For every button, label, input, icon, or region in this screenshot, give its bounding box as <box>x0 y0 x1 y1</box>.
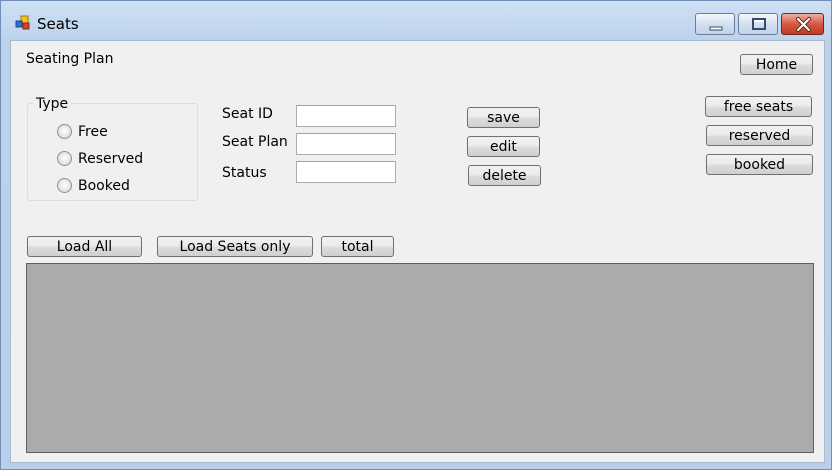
home-button[interactable]: Home <box>740 54 813 75</box>
edit-button[interactable]: edit <box>467 136 540 157</box>
page-title: Seating Plan <box>26 51 114 67</box>
radio-booked[interactable] <box>57 178 72 193</box>
seats-data-grid[interactable] <box>26 263 814 453</box>
radio-reserved-label[interactable]: Reserved <box>78 151 143 167</box>
status-label: Status <box>222 165 267 181</box>
maximize-icon <box>752 18 766 30</box>
close-button[interactable] <box>781 13 824 35</box>
maximize-button[interactable] <box>738 13 778 35</box>
radio-free-label[interactable]: Free <box>78 124 108 140</box>
seat-plan-label: Seat Plan <box>222 134 288 150</box>
free-seats-button[interactable]: free seats <box>705 96 812 117</box>
delete-button[interactable]: delete <box>468 165 541 186</box>
save-button[interactable]: save <box>467 107 540 128</box>
load-seats-only-button[interactable]: Load Seats only <box>157 236 313 257</box>
title-bar[interactable]: Seats <box>1 1 831 39</box>
reserved-button[interactable]: reserved <box>706 125 813 146</box>
total-button[interactable]: total <box>321 236 394 257</box>
seat-plan-field[interactable] <box>296 133 396 155</box>
seats-window: Seats Seating Plan Type Free Reserved Bo… <box>0 0 832 470</box>
close-icon <box>796 17 811 32</box>
booked-button[interactable]: booked <box>706 154 813 175</box>
window-title: Seats <box>37 15 79 33</box>
radio-booked-label[interactable]: Booked <box>78 178 130 194</box>
radio-reserved[interactable] <box>57 151 72 166</box>
seat-id-label: Seat ID <box>222 106 273 122</box>
seat-id-field[interactable] <box>296 105 396 127</box>
status-field[interactable] <box>296 161 396 183</box>
minimize-icon <box>709 26 723 31</box>
form-client-area: Seating Plan Type Free Reserved Booked S… <box>10 40 825 463</box>
load-all-button[interactable]: Load All <box>27 236 142 257</box>
type-group-title: Type <box>33 96 72 112</box>
forms-app-icon <box>15 15 30 30</box>
radio-free[interactable] <box>57 124 72 139</box>
minimize-button[interactable] <box>695 13 735 35</box>
